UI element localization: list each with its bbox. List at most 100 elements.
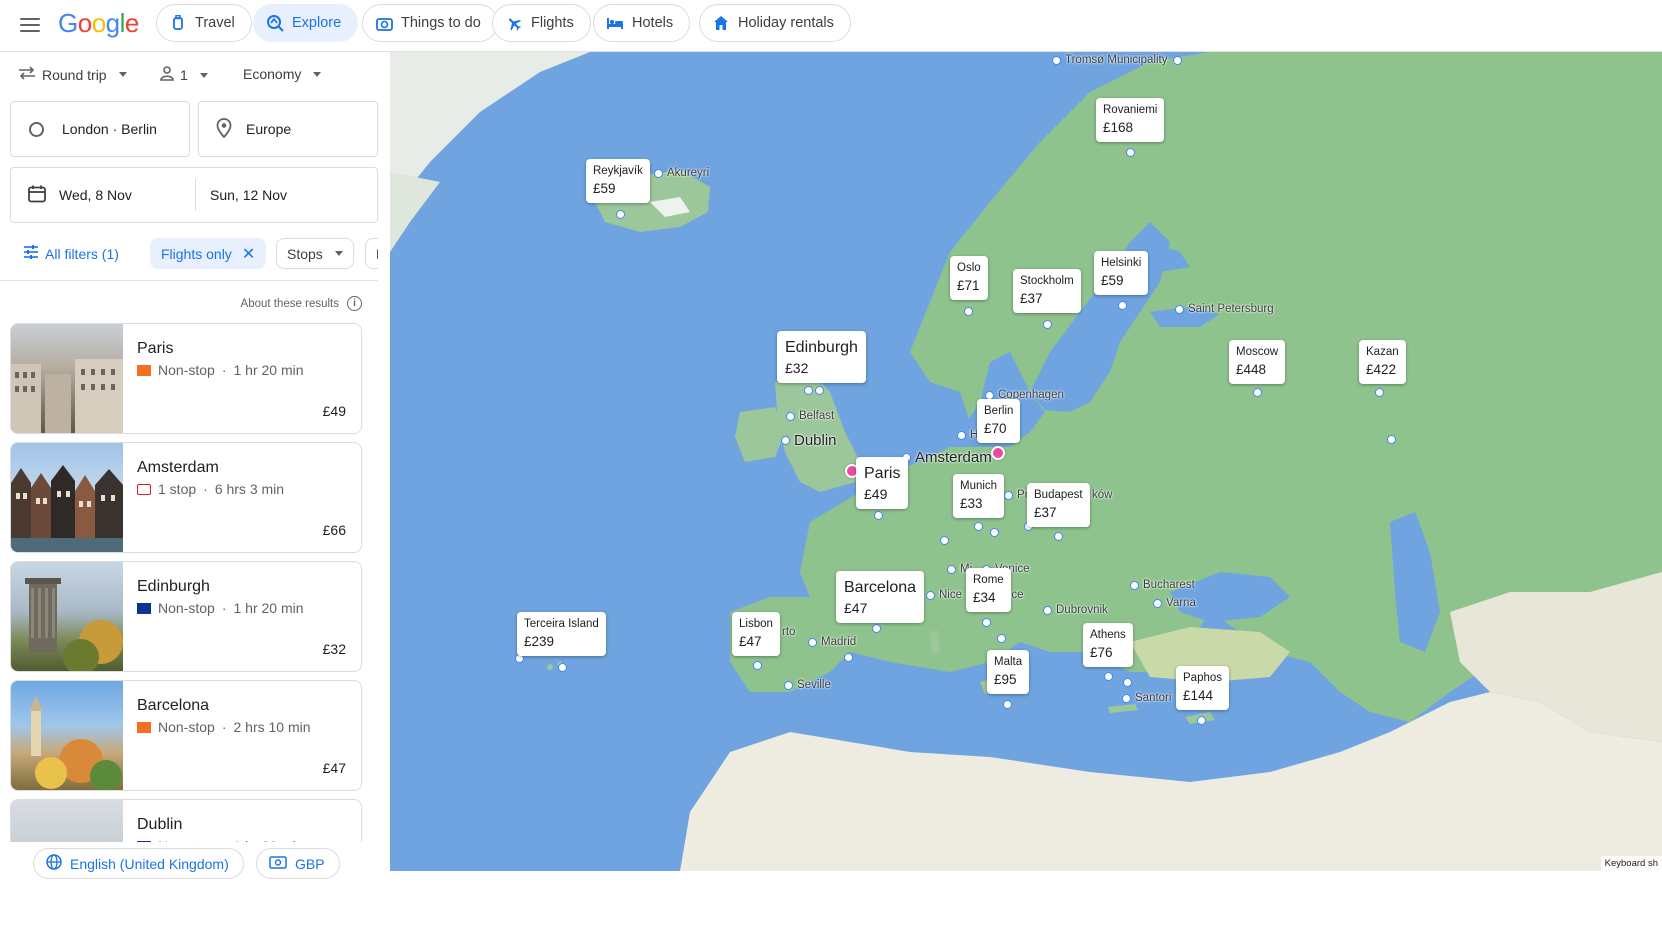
price-pin-malta[interactable]: Malta £95 [987,650,1030,694]
price-pin-moscow[interactable]: Moscow £448 [1229,340,1286,384]
all-filters-button[interactable]: All filters (1) [12,238,130,269]
price-pin-lisbon[interactable]: Lisbon £47 [732,612,780,656]
airport-dot-icon[interactable] [1126,148,1135,157]
result-card-barcelona[interactable]: Barcelona Non-stop · 2 hrs 10 min £47 [10,680,362,791]
price-pin-oslo[interactable]: Oslo £71 [950,256,988,300]
airport-dot-icon[interactable] [1123,678,1132,687]
passenger-select[interactable]: 1 [160,66,208,84]
place-label-pr[interactable]: Pr [1004,489,1029,501]
place-label-dubrovnik[interactable]: Dubrovnik [1043,604,1108,616]
airport-dot-icon[interactable] [844,653,853,662]
destination-field[interactable]: Europe [198,101,378,157]
date-range-field[interactable]: Wed, 8 Nov Sun, 12 Nov [10,167,378,223]
currency-button[interactable]: GBP [256,848,340,879]
cabin-select[interactable]: Economy [243,66,322,82]
result-card-edinburgh[interactable]: Edinburgh Non-stop · 1 hr 20 min £32 [10,561,362,672]
place-label-bucharest[interactable]: Bucharest [1130,579,1195,591]
airport-dot-icon[interactable] [1253,388,1262,397]
price-pin-paris[interactable]: Paris £49 [856,457,909,510]
airport-dot-icon[interactable] [940,536,949,545]
place-label-madrid[interactable]: Madrid [808,636,856,648]
price-pin-paphos[interactable]: Paphos £144 [1176,666,1230,710]
pin-city: Malta [994,656,1023,668]
main-menu-button[interactable] [16,11,44,39]
airport-dot-icon[interactable] [815,386,824,395]
price-pin-budapest[interactable]: Budapest £37 [1027,483,1090,527]
return-date[interactable]: Sun, 12 Nov [210,187,287,203]
price-pin-barcelona[interactable]: Barcelona £47 [836,571,925,624]
airport-dot-icon[interactable] [1043,320,1052,329]
result-card-amsterdam[interactable]: Amsterdam 1 stop · 6 hrs 3 min £66 [10,442,362,553]
trip-type-select[interactable]: Round trip [18,66,127,83]
tab-hotels[interactable]: Hotels [593,4,691,42]
airport-dot-icon[interactable] [982,618,991,627]
depart-date[interactable]: Wed, 8 Nov [59,187,189,203]
airport-dot-icon[interactable] [1375,388,1384,397]
price-filter[interactable]: P [365,238,378,269]
place-label-h[interactable]: H [957,429,978,441]
place-label-belfast[interactable]: Belfast [786,410,834,422]
airport-dot-icon[interactable] [616,210,625,219]
cabin-value: Economy [243,66,302,82]
result-city: Amsterdam [137,459,219,476]
tab-holiday-rentals[interactable]: Holiday rentals [699,4,851,42]
price-pin-reykjavik[interactable]: Reykjavík £59 [586,159,650,203]
airport-dot-icon[interactable] [990,528,999,537]
info-icon[interactable]: i [347,296,362,311]
result-card-paris[interactable]: Paris Non-stop · 1 hr 20 min £49 [10,323,362,434]
close-icon[interactable]: ✕ [242,244,255,264]
price-pin-athens[interactable]: Athens £76 [1083,623,1133,667]
price-pin-rome[interactable]: Rome £34 [966,568,1011,612]
place-label-nice[interactable]: Nice [926,589,962,601]
price-pin-terceira-island[interactable]: Terceira Island £239 [517,612,606,656]
tab-travel[interactable]: Travel [156,4,252,42]
stops-filter[interactable]: Stops [276,238,354,269]
price-pin-stockholm[interactable]: Stockholm £37 [1013,269,1081,313]
airport-dot-icon[interactable] [872,624,881,633]
place-label-krakow[interactable]: ków [1092,489,1112,501]
airport-dot-icon[interactable] [558,663,567,672]
place-label-porto[interactable]: rto [782,626,795,638]
place-label-seville[interactable]: Seville [784,679,831,691]
place-label-saint-petersburg[interactable]: Saint Petersburg [1175,303,1274,315]
tab-explore[interactable]: Explore [253,4,359,42]
airport-dot-icon[interactable] [974,522,983,531]
airport-dot-icon[interactable] [1173,56,1182,65]
place-label-akureyri[interactable]: Akureyri [654,167,709,179]
price-pin-munich[interactable]: Munich £33 [953,474,1005,518]
price-pin-kazan[interactable]: Kazan £422 [1359,340,1406,384]
place-label-dublin[interactable]: Dublin [781,432,837,449]
airport-dot-icon[interactable] [1387,435,1396,444]
airport-dot-icon[interactable] [1118,301,1127,310]
tab-flights[interactable]: Flights [492,4,591,42]
airport-dot-icon[interactable] [753,661,762,670]
explore-map[interactable]: Tromsø Municipality Akureyri Saint Peter… [390,52,1662,871]
keyboard-shortcuts-link[interactable]: Keyboard sh [1600,856,1662,871]
airport-dot-icon[interactable] [1003,700,1012,709]
airport-dot-icon[interactable] [1197,716,1206,725]
pin-city: Edinburgh [785,339,858,356]
language-button[interactable]: English (United Kingdom) [33,848,244,879]
price-pin-helsinki[interactable]: Helsinki £59 [1094,251,1149,295]
airport-dot-icon[interactable] [1054,532,1063,541]
place-label-tromso[interactable]: Tromsø Municipality [1052,54,1167,66]
result-city: Paris [137,340,174,357]
airport-dot-icon[interactable] [804,386,813,395]
google-logo[interactable]: Google [58,8,139,39]
airport-dot-icon[interactable] [874,511,883,520]
place-label-santorini[interactable]: Santori [1122,692,1171,704]
flights-only-chip[interactable]: Flights only ✕ [150,238,267,269]
price-pin-edinburgh[interactable]: Edinburgh £32 [777,331,866,384]
tab-things-to-do[interactable]: Things to do [362,4,498,42]
airport-dot-icon[interactable] [997,634,1006,643]
price-pin-rovaniemi[interactable]: Rovaniemi £168 [1096,98,1165,142]
origin-marker-berlin[interactable] [991,446,1005,460]
tab-holiday-rentals-label: Holiday rentals [738,15,834,31]
price-pin-berlin[interactable]: Berlin £70 [977,399,1021,443]
origin-field[interactable]: London · Berlin [10,101,190,157]
airport-dot-icon[interactable] [1104,672,1113,681]
place-label-varna[interactable]: Varna [1153,597,1196,609]
place-label-amsterdam[interactable]: Amsterdam [902,449,992,466]
search-panel: Round trip 1 Economy London · Berlin Eur… [0,52,378,935]
airport-dot-icon[interactable] [964,307,973,316]
